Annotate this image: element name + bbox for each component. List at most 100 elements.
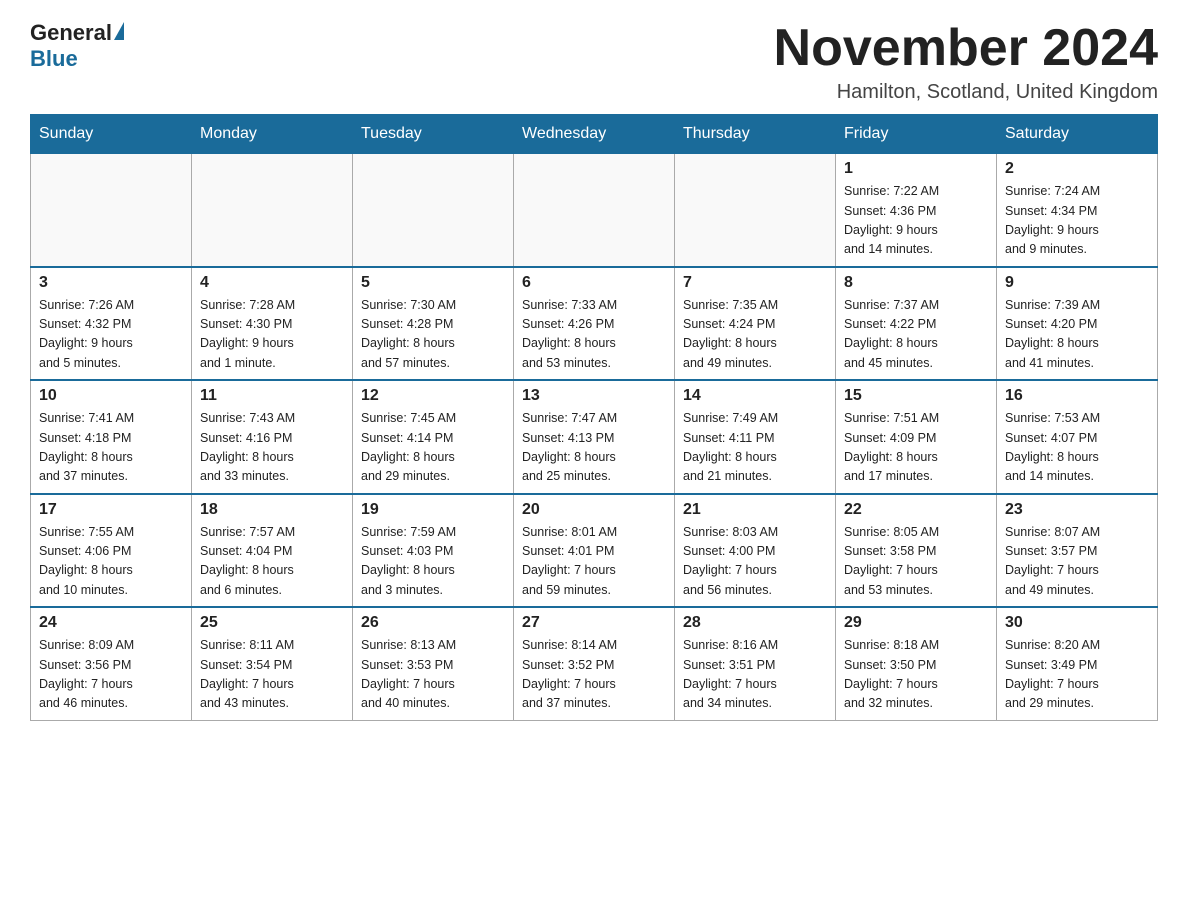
day-number: 6 [522,274,666,292]
sun-info: Sunrise: 7:24 AMSunset: 4:34 PMDaylight:… [1005,182,1149,260]
calendar-week-row: 3 Sunrise: 7:26 AMSunset: 4:32 PMDaylight… [31,267,1158,381]
calendar-cell: 10 Sunrise: 7:41 AMSunset: 4:18 PMDayligh… [31,380,192,494]
calendar-cell: 21 Sunrise: 8:03 AMSunset: 4:00 PMDayligh… [675,494,836,608]
day-number: 19 [361,501,505,519]
logo: General Blue [30,20,124,72]
weekday-header-wednesday: Wednesday [514,115,675,154]
title-block: November 2024 Hamilton, Scotland, United… [774,20,1158,104]
sun-info: Sunrise: 7:49 AMSunset: 4:11 PMDaylight:… [683,409,827,487]
weekday-header-tuesday: Tuesday [353,115,514,154]
calendar-cell: 18 Sunrise: 7:57 AMSunset: 4:04 PMDayligh… [192,494,353,608]
day-number: 5 [361,274,505,292]
calendar-cell: 7 Sunrise: 7:35 AMSunset: 4:24 PMDaylight… [675,267,836,381]
weekday-header-monday: Monday [192,115,353,154]
logo-general-text: General [30,20,112,46]
day-number: 8 [844,274,988,292]
day-number: 12 [361,387,505,405]
weekday-header-thursday: Thursday [675,115,836,154]
logo-triangle-icon [114,22,124,40]
calendar-cell: 29 Sunrise: 8:18 AMSunset: 3:50 PMDayligh… [836,607,997,720]
calendar-cell: 6 Sunrise: 7:33 AMSunset: 4:26 PMDaylight… [514,267,675,381]
sun-info: Sunrise: 7:35 AMSunset: 4:24 PMDaylight:… [683,296,827,374]
month-title: November 2024 [774,20,1158,77]
day-number: 13 [522,387,666,405]
page-header: General Blue November 2024 Hamilton, Sco… [30,20,1158,104]
day-number: 23 [1005,501,1149,519]
sun-info: Sunrise: 7:41 AMSunset: 4:18 PMDaylight:… [39,409,183,487]
day-number: 22 [844,501,988,519]
day-number: 10 [39,387,183,405]
day-number: 29 [844,614,988,632]
calendar-cell: 5 Sunrise: 7:30 AMSunset: 4:28 PMDaylight… [353,267,514,381]
calendar-cell: 25Sunrise: 8:11 AMSunset: 3:54 PMDayligh… [192,607,353,720]
sun-info: Sunrise: 7:59 AMSunset: 4:03 PMDaylight:… [361,523,505,601]
location-subtitle: Hamilton, Scotland, United Kingdom [774,81,1158,104]
calendar-cell: 1Sunrise: 7:22 AMSunset: 4:36 PMDaylight… [836,154,997,267]
sun-info: Sunrise: 8:14 AMSunset: 3:52 PMDaylight:… [522,636,666,714]
calendar-cell: 9Sunrise: 7:39 AMSunset: 4:20 PMDaylight… [997,267,1158,381]
calendar-week-row: 10 Sunrise: 7:41 AMSunset: 4:18 PMDayligh… [31,380,1158,494]
calendar-cell: 23Sunrise: 8:07 AMSunset: 3:57 PMDayligh… [997,494,1158,608]
calendar-cell: 24Sunrise: 8:09 AMSunset: 3:56 PMDayligh… [31,607,192,720]
calendar-cell: 16Sunrise: 7:53 AMSunset: 4:07 PMDayligh… [997,380,1158,494]
day-number: 3 [39,274,183,292]
day-number: 28 [683,614,827,632]
sun-info: Sunrise: 7:57 AMSunset: 4:04 PMDaylight:… [200,523,344,601]
day-number: 15 [844,387,988,405]
logo-general: General [30,20,124,46]
sun-info: Sunrise: 7:55 AMSunset: 4:06 PMDaylight:… [39,523,183,601]
sun-info: Sunrise: 8:20 AMSunset: 3:49 PMDaylight:… [1005,636,1149,714]
calendar-cell: 28Sunrise: 8:16 AMSunset: 3:51 PMDayligh… [675,607,836,720]
calendar-cell: 26Sunrise: 8:13 AMSunset: 3:53 PMDayligh… [353,607,514,720]
calendar-cell [192,154,353,267]
calendar-cell: 14 Sunrise: 7:49 AMSunset: 4:11 PMDayligh… [675,380,836,494]
sun-info: Sunrise: 7:33 AMSunset: 4:26 PMDaylight:… [522,296,666,374]
logo-blue-text: Blue [30,46,78,72]
sun-info: Sunrise: 7:43 AMSunset: 4:16 PMDaylight:… [200,409,344,487]
calendar-cell [31,154,192,267]
calendar-table: SundayMondayTuesdayWednesdayThursdayFrid… [30,114,1158,721]
calendar-cell: 22 Sunrise: 8:05 AMSunset: 3:58 PMDayligh… [836,494,997,608]
calendar-cell: 13 Sunrise: 7:47 AMSunset: 4:13 PMDayligh… [514,380,675,494]
calendar-cell: 11 Sunrise: 7:43 AMSunset: 4:16 PMDayligh… [192,380,353,494]
calendar-week-row: 17 Sunrise: 7:55 AMSunset: 4:06 PMDayligh… [31,494,1158,608]
weekday-header-saturday: Saturday [997,115,1158,154]
sun-info: Sunrise: 8:01 AMSunset: 4:01 PMDaylight:… [522,523,666,601]
day-number: 4 [200,274,344,292]
sun-info: Sunrise: 8:03 AMSunset: 4:00 PMDaylight:… [683,523,827,601]
day-number: 14 [683,387,827,405]
calendar-week-row: 24Sunrise: 8:09 AMSunset: 3:56 PMDayligh… [31,607,1158,720]
day-number: 2 [1005,160,1149,178]
day-number: 1 [844,160,988,178]
calendar-cell: 17 Sunrise: 7:55 AMSunset: 4:06 PMDayligh… [31,494,192,608]
sun-info: Sunrise: 7:28 AMSunset: 4:30 PMDaylight:… [200,296,344,374]
day-number: 30 [1005,614,1149,632]
calendar-cell: 20Sunrise: 8:01 AMSunset: 4:01 PMDayligh… [514,494,675,608]
sun-info: Sunrise: 8:18 AMSunset: 3:50 PMDaylight:… [844,636,988,714]
day-number: 25 [200,614,344,632]
sun-info: Sunrise: 8:13 AMSunset: 3:53 PMDaylight:… [361,636,505,714]
sun-info: Sunrise: 7:39 AMSunset: 4:20 PMDaylight:… [1005,296,1149,374]
day-number: 16 [1005,387,1149,405]
calendar-cell [514,154,675,267]
day-number: 17 [39,501,183,519]
day-number: 7 [683,274,827,292]
day-number: 11 [200,387,344,405]
sun-info: Sunrise: 7:30 AMSunset: 4:28 PMDaylight:… [361,296,505,374]
calendar-cell: 2 Sunrise: 7:24 AMSunset: 4:34 PMDaylight… [997,154,1158,267]
sun-info: Sunrise: 7:45 AMSunset: 4:14 PMDaylight:… [361,409,505,487]
sun-info: Sunrise: 8:09 AMSunset: 3:56 PMDaylight:… [39,636,183,714]
day-number: 27 [522,614,666,632]
calendar-cell: 19 Sunrise: 7:59 AMSunset: 4:03 PMDayligh… [353,494,514,608]
sun-info: Sunrise: 8:05 AMSunset: 3:58 PMDaylight:… [844,523,988,601]
weekday-header-row: SundayMondayTuesdayWednesdayThursdayFrid… [31,115,1158,154]
day-number: 18 [200,501,344,519]
calendar-cell: 4 Sunrise: 7:28 AMSunset: 4:30 PMDaylight… [192,267,353,381]
weekday-header-sunday: Sunday [31,115,192,154]
sun-info: Sunrise: 7:26 AMSunset: 4:32 PMDaylight:… [39,296,183,374]
day-number: 21 [683,501,827,519]
calendar-cell: 30 Sunrise: 8:20 AMSunset: 3:49 PMDayligh… [997,607,1158,720]
sun-info: Sunrise: 7:51 AMSunset: 4:09 PMDaylight:… [844,409,988,487]
calendar-cell: 8Sunrise: 7:37 AMSunset: 4:22 PMDaylight… [836,267,997,381]
sun-info: Sunrise: 7:47 AMSunset: 4:13 PMDaylight:… [522,409,666,487]
